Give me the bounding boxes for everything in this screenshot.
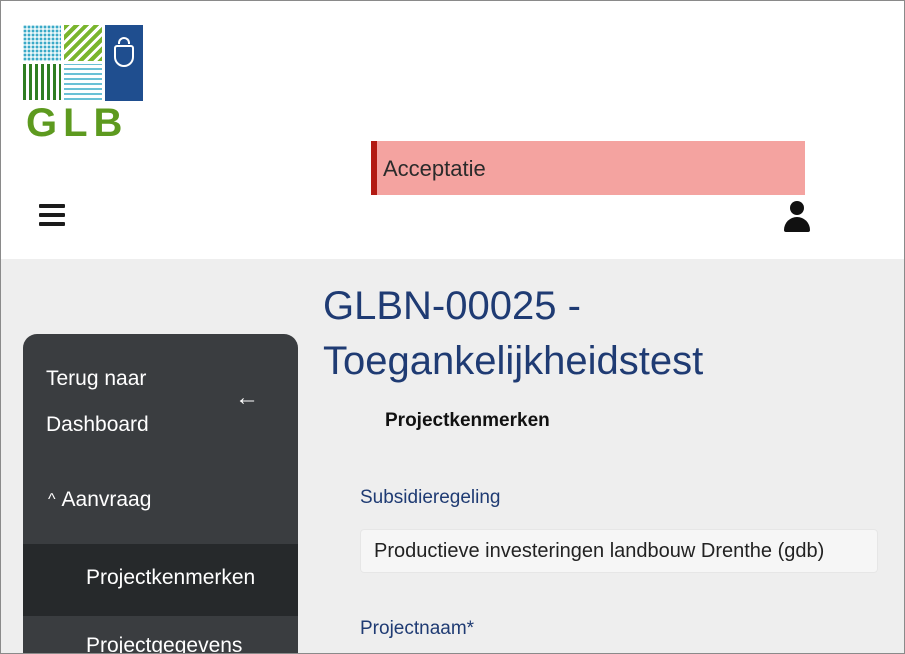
logo-stripes-tile <box>23 64 61 100</box>
sidebar-item-projectkenmerken[interactable]: Projectkenmerken <box>86 566 255 590</box>
logo-diagonal-tile <box>64 25 102 61</box>
logo-lines-tile <box>64 64 102 100</box>
caret-up-icon: ^ <box>48 491 56 508</box>
environment-label: Acceptatie <box>383 156 486 181</box>
subsidieregeling-field[interactable]: Productieve investeringen landbouw Drent… <box>360 529 878 573</box>
crown-icon <box>118 37 130 44</box>
back-to-dashboard-link[interactable]: Terug naar Dashboard <box>46 356 246 448</box>
environment-banner: Acceptatie <box>371 141 805 195</box>
logo-dots-tile <box>23 25 61 61</box>
page-title: GLBN-00025 - Toegankelijkheidstest <box>323 284 704 383</box>
back-link-line1: Terug naar <box>46 367 147 390</box>
hamburger-menu-icon[interactable] <box>39 204 65 226</box>
glb-logo[interactable]: GLB <box>23 25 143 145</box>
logo-crest-tile <box>105 25 143 101</box>
main-area: Terug naar Dashboard ← ^ Aanvraag Project… <box>1 259 904 653</box>
section-heading: Projectkenmerken <box>385 410 550 431</box>
user-icon[interactable] <box>782 201 812 233</box>
projectnaam-label: Projectnaam* <box>360 618 475 639</box>
sidebar-item-projectgegevens[interactable]: Projectgegevens <box>86 634 242 653</box>
sidebar-section-aanvraag[interactable]: ^ Aanvraag <box>48 488 151 512</box>
arrow-left-icon[interactable]: ← <box>235 384 259 412</box>
logo-text: GLB <box>26 101 129 145</box>
glb-logo-icon <box>23 25 143 101</box>
sidebar: Terug naar Dashboard ← ^ Aanvraag Project… <box>23 334 298 653</box>
subsidieregeling-label: Subsidieregeling <box>360 487 501 508</box>
app-window: GLB Acceptatie Terug naar Dashboard ← ^ A… <box>0 0 905 654</box>
back-link-line2: Dashboard <box>46 413 149 436</box>
sidebar-section-label: Aanvraag <box>61 488 152 511</box>
coat-of-arms-icon <box>114 45 134 67</box>
header: GLB Acceptatie <box>1 1 904 259</box>
